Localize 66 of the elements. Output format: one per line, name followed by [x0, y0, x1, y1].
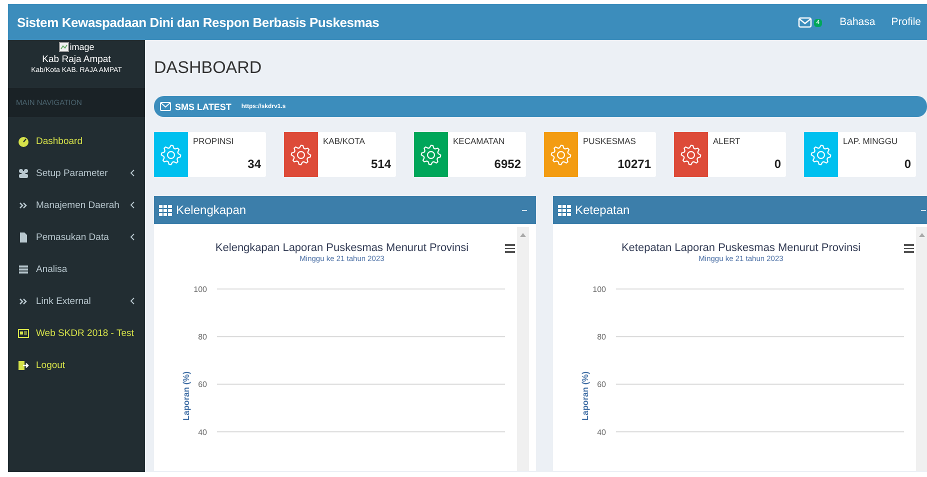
info-label: ALERT: [713, 136, 742, 146]
grid-icon: [159, 204, 172, 216]
info-value: 6952: [493, 157, 521, 171]
dashboard-icon: [18, 136, 29, 146]
menu-icon[interactable]: [505, 244, 515, 253]
exit-icon: [18, 360, 29, 370]
panel-title: Kelengkapan: [176, 203, 248, 217]
info-label: PROPINSI: [193, 136, 235, 146]
menu-item[interactable]: Manajemen Daerah: [8, 189, 145, 221]
info-value: 34: [246, 157, 261, 171]
up-arrow-icon: [520, 233, 526, 237]
nav-link[interactable]: Bahasa: [840, 16, 876, 28]
chart-title: Kelengkapan Laporan Puskesmas Menurut Provinsi: [214, 242, 470, 254]
menu-item[interactable]: Pemasukan Data: [8, 221, 145, 253]
nav-link[interactable]: Profile: [891, 16, 921, 28]
info-label: PUSKESMAS: [583, 136, 637, 146]
y-tick-label: 100: [592, 285, 606, 294]
info-label: KECAMATAN: [453, 136, 506, 146]
chart-title: Ketepatan Laporan Puskesmas Menurut Provinsi: [620, 242, 862, 254]
grid-icon: [558, 204, 571, 216]
y-tick-label: 40: [597, 428, 606, 437]
gear-icon: [550, 144, 572, 166]
y-tick-label: 80: [198, 332, 207, 342]
user-name: Kab Raja Ampat: [42, 54, 111, 65]
gear-icon: [160, 144, 182, 166]
menu-item[interactable]: Web SKDR 2018 - Test: [8, 317, 145, 349]
file-icon: [18, 232, 29, 242]
menu-item[interactable]: Setup Parameter: [8, 157, 145, 189]
info-value: 0: [903, 157, 911, 171]
scrollbar[interactable]: [517, 227, 529, 471]
menu-item[interactable]: Link External: [8, 285, 145, 317]
y-axis-title: Laporan (%): [181, 371, 191, 421]
mail-icon: [798, 16, 812, 28]
double-angle-icon: [18, 200, 29, 210]
info-label: KAB/KOTA: [323, 136, 366, 146]
info-value: 0: [773, 157, 781, 171]
y-tick-label: 40: [198, 428, 207, 437]
y-tick-label: 60: [597, 380, 606, 390]
gear-icon: [810, 144, 832, 166]
y-tick-label: 100: [194, 285, 207, 294]
double-angle-icon: [18, 296, 29, 306]
card-icon: [18, 328, 29, 338]
menu-icon[interactable]: [904, 244, 914, 253]
sms-label: SMS LATEST: [175, 102, 232, 112]
y-axis-title: Laporan (%): [580, 371, 590, 421]
up-arrow-icon: [919, 233, 925, 237]
menu-item[interactable]: Logout: [8, 349, 145, 381]
list-icon: [18, 264, 29, 274]
y-tick-label: 60: [198, 380, 207, 390]
menu-item[interactable]: Dashboard: [8, 125, 145, 157]
info-label: LAP. MINGGU: [843, 136, 899, 146]
y-tick-label: 80: [597, 332, 606, 342]
info-value: 10271: [616, 157, 651, 171]
menu-item[interactable]: Analisa: [8, 253, 145, 285]
page-title: DASHBOARD: [154, 57, 263, 79]
gear-icon: [420, 144, 442, 166]
scrollbar[interactable]: [916, 227, 927, 471]
gear-icon: [290, 144, 312, 166]
broken-image-icon: [58, 42, 69, 52]
gear-icon: [680, 144, 702, 166]
users-icon: [18, 168, 29, 178]
mail-icon: [160, 102, 171, 111]
panel-title: Ketepatan: [575, 203, 631, 217]
logo-alt-text: image: [70, 42, 94, 52]
info-value: 514: [370, 157, 391, 171]
app-title: Sistem Kewaspadaan Dini dan Respon Berbasis Puskesmas: [17, 14, 380, 30]
